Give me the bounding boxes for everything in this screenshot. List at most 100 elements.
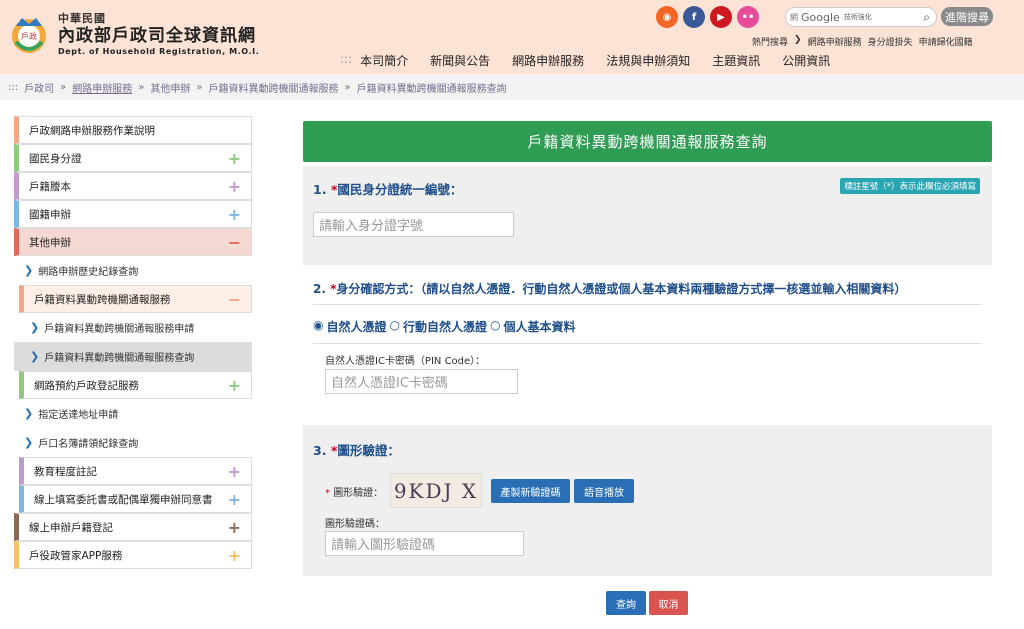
expand-icon[interactable]: + [228, 490, 241, 509]
facebook-icon[interactable]: f [683, 6, 705, 28]
radio-label[interactable]: 自然人憑證 [326, 318, 386, 335]
sidebar-item[interactable]: 網路預約戶政登記服務 + [19, 371, 252, 399]
breadcrumb-item[interactable]: 戶籍資料異動跨機關通報服務查詢 [357, 80, 507, 95]
section-id-number: 1. *國民身分證統一編號： 標註星號（*）表示此欄位必須填寫 請輸入身分證字號 [303, 166, 992, 265]
chevron-right-icon: ❯ [24, 407, 34, 420]
page-title: 戶籍資料異動跨機關通報服務查詢 [303, 121, 992, 162]
query-button[interactable]: 查詢 [606, 591, 646, 615]
youtube-icon[interactable]: ▶ [710, 6, 732, 28]
audio-captcha-button[interactable]: 語音播放 [574, 479, 634, 503]
expand-icon[interactable]: + [228, 149, 241, 168]
section-title: 3. *圖形驗證： [313, 440, 400, 459]
sidebar-item[interactable]: 戶政網路申辦服務作業說明 [14, 116, 252, 144]
section-title-text: 圖形驗證： [337, 443, 400, 458]
nav-item[interactable]: 網路申辦服務 [512, 52, 584, 69]
id-number-input[interactable]: 請輸入身分證字號 [313, 212, 514, 237]
captcha-code-label: 圖形驗證碼： [325, 519, 385, 530]
nav-item[interactable]: 法規與申辦須知 [606, 52, 690, 69]
sidebar-item-label: 線上填寫委託書或配偶單獨申辦同意書 [34, 493, 213, 506]
radio-label[interactable]: 行動自然人憑證 [403, 318, 487, 335]
radio-icon[interactable]: ○ [490, 318, 500, 335]
sidebar-item-label: 教育程度註記 [34, 465, 97, 478]
sidebar-subgroup[interactable]: 戶籍資料異動跨機關通報服務 − [19, 285, 252, 313]
logo-line3: Dept. of Household Registration, M.O.I. [58, 47, 260, 56]
breadcrumb-item[interactable]: 戶籍資料異動跨機關通報服務 [208, 80, 338, 95]
hot-item[interactable]: 申請歸化國籍 [919, 35, 973, 48]
site-header: 戶政 中華民國 內政部戶政司全球資訊網 Dept. of Household R… [0, 0, 1024, 74]
breadcrumb-item[interactable]: 其他申辦 [150, 80, 190, 95]
section-identity: 2. *身分確認方式：（請以自然人憑證．行動自然人憑證或個人基本資料兩種驗證方式… [303, 265, 992, 425]
sidebar-item[interactable]: 戶役政管家APP服務 + [14, 541, 252, 569]
sidebar-item[interactable]: 其他申辦 − [14, 228, 252, 256]
sidebar-item[interactable]: 線上申辦戶籍登記 + [14, 513, 252, 541]
section-number: 1. [313, 182, 327, 197]
chevron-right-icon: ❯ [30, 350, 40, 363]
hot-item[interactable]: 網路申辦服務 [808, 35, 862, 48]
chevron-right-icon: ❯ [794, 35, 802, 45]
expand-icon[interactable]: + [228, 518, 241, 537]
google-suffix: 技術強化 [843, 13, 872, 21]
cancel-button[interactable]: 取消 [649, 591, 688, 615]
nav-item[interactable]: 公開資訊 [782, 52, 830, 69]
search-box[interactable]: 網 Google 技術強化 ⌕ [785, 7, 937, 27]
collapse-icon[interactable]: − [228, 290, 241, 309]
google-label: Google [801, 10, 840, 24]
radio-label[interactable]: 個人基本資料 [503, 318, 575, 335]
sidebar-subitem[interactable]: ❯ 戶口名簿請領紀錄查詢 [14, 428, 252, 457]
hot-search: 熱門搜尋 ❯ 網路申辦服務 身分證掛失 申請歸化國籍 [752, 35, 973, 48]
search-icon[interactable]: ⌕ [923, 10, 930, 25]
sidebar-subitem[interactable]: ❯ 戶籍資料異動跨機關通報服務申請 [14, 313, 252, 342]
logo-badge-icon[interactable]: 戶政 [8, 12, 50, 56]
breadcrumb-item[interactable]: 戶政司 [24, 80, 54, 95]
rss-icon[interactable]: ◉ [656, 6, 678, 28]
collapse-icon[interactable]: − [228, 233, 241, 252]
divider [313, 343, 981, 344]
sidebar-item[interactable]: 線上填寫委託書或配偶單獨申辦同意書 + [19, 485, 252, 513]
breadcrumb-sep: » [344, 81, 351, 93]
expand-icon[interactable]: + [228, 177, 241, 196]
breadcrumb-dots-icon: ::: [8, 81, 19, 93]
pin-input[interactable]: 自然人憑證IC卡密碼 [325, 369, 518, 394]
radio-selected-icon[interactable]: ◉ [313, 318, 323, 335]
breadcrumb-item[interactable]: 網路申辦服務 [72, 80, 132, 95]
expand-icon[interactable]: + [228, 462, 241, 481]
advanced-search-button[interactable]: 進階搜尋 [941, 7, 993, 26]
site-logo[interactable]: 中華民國 內政部戶政司全球資訊網 Dept. of Household Regi… [58, 10, 259, 56]
flickr-icon[interactable]: •• [737, 6, 759, 28]
chevron-right-icon: ❯ [24, 436, 34, 449]
breadcrumb: ::: 戶政司 » 網路申辦服務 » 其他申辦 » 戶籍資料異動跨機關通報服務 … [0, 74, 1024, 100]
sidebar-item[interactable]: 教育程度註記 + [19, 457, 252, 485]
breadcrumb-sep: » [60, 81, 67, 93]
sidebar-subitem-label: 指定送達地址申請 [38, 410, 119, 421]
nav-item[interactable]: 主題資訊 [712, 52, 760, 69]
nav-dots-icon: ::: [340, 52, 353, 66]
breadcrumb-sep: » [138, 81, 145, 93]
radio-icon[interactable]: ○ [390, 318, 400, 335]
hot-item[interactable]: 身分證掛失 [868, 35, 913, 48]
section-title: 1. *國民身分證統一編號： [313, 179, 462, 198]
expand-icon[interactable]: + [228, 205, 241, 224]
sidebar-subitem[interactable]: ❯ 指定送達地址申請 [14, 399, 252, 428]
expand-icon[interactable]: + [228, 376, 241, 395]
breadcrumb-sep: » [196, 81, 203, 93]
pin-label: 自然人憑證IC卡密碼（PIN Code）： [325, 356, 486, 367]
social-links: ◉ f ▶ •• [656, 6, 759, 28]
captcha-code-input[interactable]: 請輸入圖形驗證碼 [325, 531, 524, 556]
nav-item[interactable]: 新聞與公告 [430, 52, 490, 69]
sidebar-subitem-label: 網路申辦歷史紀錄查詢 [38, 267, 139, 278]
sidebar-subitem-label: 戶籍資料異動跨機關通報服務查詢 [44, 353, 195, 364]
sidebar-item[interactable]: 戶籍謄本 + [14, 172, 252, 200]
chevron-right-icon: ❯ [30, 321, 40, 334]
logo-badge-text: 戶政 [21, 31, 37, 41]
sidebar-item-label: 國籍申辦 [29, 208, 71, 221]
sidebar-subitem[interactable]: ❯ 戶籍資料異動跨機關通報服務查詢 [14, 342, 252, 371]
refresh-captcha-button[interactable]: 產製新驗證碼 [491, 479, 570, 503]
nav-item[interactable]: 本司簡介 [360, 52, 408, 69]
sidebar-item[interactable]: 國民身分證 + [14, 144, 252, 172]
expand-icon[interactable]: + [228, 546, 241, 565]
sidebar-item[interactable]: 國籍申辦 + [14, 200, 252, 228]
sidebar-item-label: 戶政網路申辦服務作業說明 [29, 124, 155, 137]
divider [313, 304, 981, 305]
logo-line1: 中華民國 [58, 12, 106, 25]
sidebar-subitem[interactable]: ❯ 網路申辦歷史紀錄查詢 [14, 256, 252, 285]
